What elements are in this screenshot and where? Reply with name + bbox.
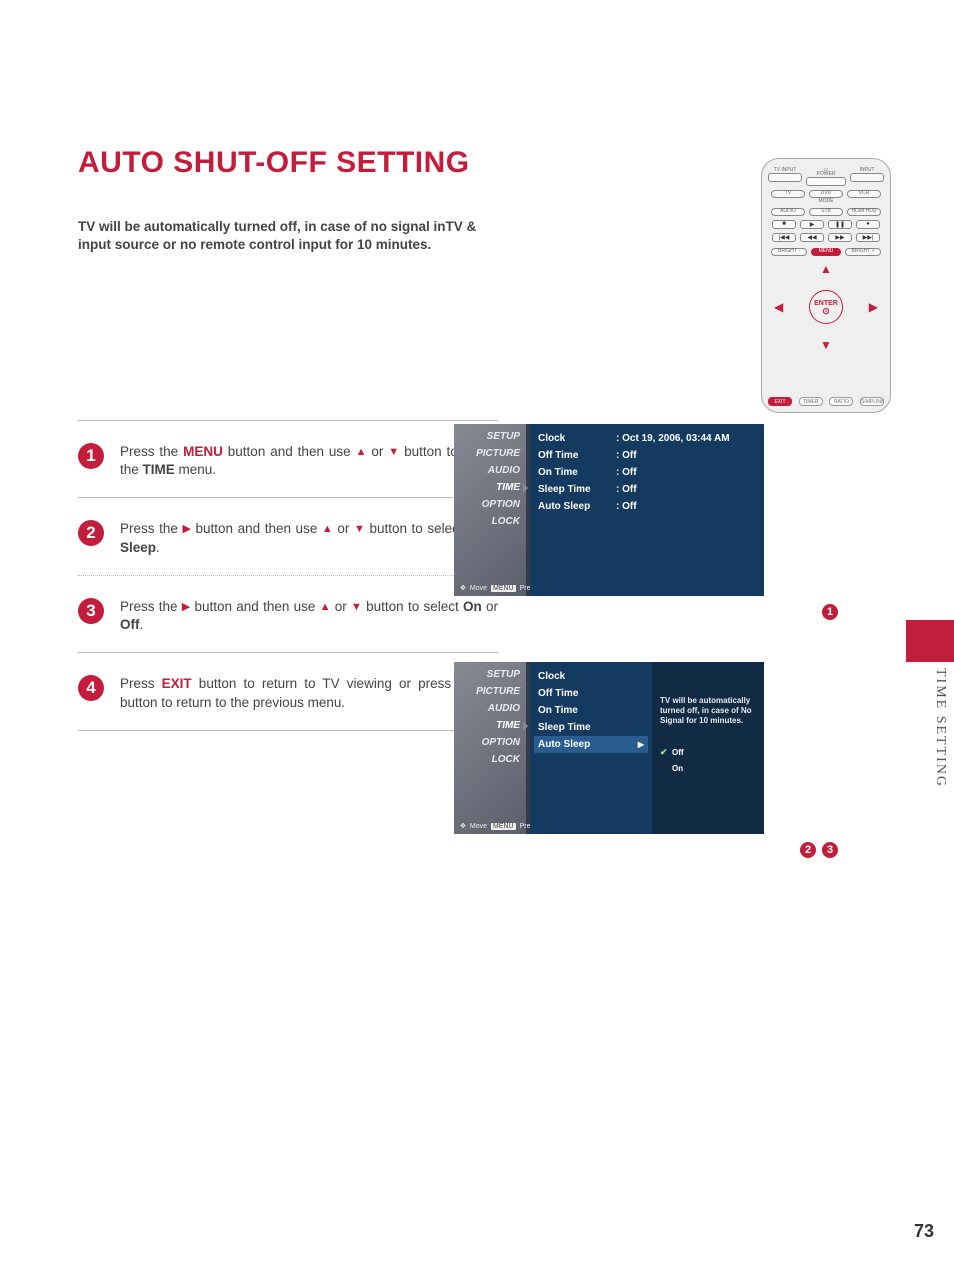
osd-footer-move: Move bbox=[470, 823, 487, 830]
osd-main-panel: Clock: Oct 19, 2006, 03:44 AM Off Time: … bbox=[530, 424, 764, 596]
remote-tv-button: TV bbox=[771, 190, 805, 198]
step-body: Press EXIT button to return to TV viewin… bbox=[120, 675, 498, 711]
osd-row: Sleep Time: Off bbox=[538, 481, 756, 498]
remote-input-button bbox=[850, 173, 884, 182]
remote-enter-button: ENTER ⊙ bbox=[809, 290, 843, 324]
remote-illustration: TV INPUT ⏻POWER INPUT TV DVD VCR MODE AU… bbox=[746, 158, 906, 413]
remote-tvinput-button bbox=[768, 173, 802, 182]
right-arrow-icon: ▶ bbox=[638, 740, 644, 749]
osd-row: Off Time bbox=[538, 685, 644, 702]
osd-sidebar-item: LOCK bbox=[454, 751, 522, 768]
step-badge: 2 bbox=[78, 520, 104, 546]
remote-brightminus-button: BRIGHT - bbox=[771, 248, 807, 256]
osd-sidebar-item: AUDIO bbox=[454, 462, 522, 479]
osd-sidebar: SETUP PICTURE AUDIO TIME OPTION LOCK ✥ M… bbox=[454, 662, 526, 834]
osd-row: Auto Sleep: Off bbox=[538, 498, 756, 515]
step-3: 3 Press the ▶ button and then use ▲ or ▼… bbox=[78, 576, 498, 652]
osd-main-panel: Clock Off Time On Time Sleep Time Auto S… bbox=[530, 662, 652, 834]
osd-description: TV will be automatically turned off, in … bbox=[660, 696, 756, 726]
down-arrow-icon: ▼ bbox=[820, 338, 832, 352]
remote-audio-button: AUDIO bbox=[771, 208, 805, 216]
osd-footer-menu: MENU bbox=[491, 585, 516, 592]
step-body: Press the ▶ button and then use ▲ or ▼ b… bbox=[120, 520, 498, 556]
osd-row: Off Time: Off bbox=[538, 447, 756, 464]
step-badge: 1 bbox=[78, 443, 104, 469]
remote-ff-button: ▶▶ bbox=[828, 233, 852, 242]
osd-sidebar-item: SETUP bbox=[454, 428, 522, 445]
remote-prev-button: |◀◀ bbox=[772, 233, 796, 242]
step-badge: 4 bbox=[78, 675, 104, 701]
osd-row: On Time: Off bbox=[538, 464, 756, 481]
remote-stop-button: ■ bbox=[772, 220, 796, 229]
step-2: 2 Press the ▶ button and then use ▲ or ▼… bbox=[78, 498, 498, 574]
remote-next-button: ▶▶| bbox=[856, 233, 880, 242]
osd-screenshot-2: SETUP PICTURE AUDIO TIME OPTION LOCK ✥ M… bbox=[454, 662, 764, 834]
page-number: 73 bbox=[914, 1221, 934, 1242]
remote-vcr-button: VCR bbox=[847, 190, 881, 198]
remote-dvd-button: DVD bbox=[809, 190, 843, 198]
osd-sidebar-item-selected: TIME bbox=[454, 479, 522, 496]
side-red-bar bbox=[906, 620, 954, 662]
intro-text: TV will be automatically turned off, in … bbox=[78, 218, 498, 254]
remote-dpad: ▲ ▼ ◀ ▶ ENTER ⊙ bbox=[774, 262, 878, 352]
step-body: Press the ▶ button and then use ▲ or ▼ b… bbox=[120, 598, 498, 634]
osd-row: Clock bbox=[538, 668, 644, 685]
move-icon: ✥ bbox=[460, 584, 466, 592]
osd-sidebar-item: AUDIO bbox=[454, 700, 522, 717]
remote-pause-button: ❚❚ bbox=[828, 220, 852, 229]
step-body: Press the MENU button and then use ▲ or … bbox=[120, 443, 498, 479]
osd-option: On bbox=[660, 760, 756, 776]
osd-screenshot-1: SETUP PICTURE AUDIO TIME OPTION LOCK ✥ M… bbox=[454, 424, 764, 596]
osd-sidebar-item: OPTION bbox=[454, 734, 522, 751]
remote-menu-button: MENU bbox=[811, 248, 841, 256]
up-arrow-icon: ▲ bbox=[820, 262, 832, 276]
osd-row: Sleep Time bbox=[538, 719, 644, 736]
osd-footer-menu: MENU bbox=[491, 823, 516, 830]
osd-sidebar-item: OPTION bbox=[454, 496, 522, 513]
check-icon: ✔ bbox=[660, 747, 668, 758]
remote-play-button: ▶ bbox=[800, 220, 824, 229]
osd-right-panel: TV will be automatically turned off, in … bbox=[652, 662, 764, 834]
osd-sidebar-item: SETUP bbox=[454, 666, 522, 683]
remote-hdmihdd-button: HDMI HDD bbox=[847, 208, 881, 216]
osd-row: Clock: Oct 19, 2006, 03:44 AM bbox=[538, 430, 756, 447]
divider bbox=[78, 730, 498, 731]
osd-sidebar-item: PICTURE bbox=[454, 445, 522, 462]
remote-brightplus-button: BRIGHT + bbox=[845, 248, 881, 256]
page-title: AUTO SHUT-OFF SETTING bbox=[78, 146, 838, 180]
remote-simplink-button: SIMPLINK bbox=[860, 397, 884, 406]
step-4: 4 Press EXIT button to return to TV view… bbox=[78, 653, 498, 729]
remote-stb-button: STB bbox=[809, 208, 843, 216]
step-1: 1 Press the MENU button and then use ▲ o… bbox=[78, 421, 498, 497]
remote-rec-button: ● bbox=[856, 220, 880, 229]
osd-ref-badges: 2 3 bbox=[800, 842, 838, 858]
remote-power-button bbox=[806, 177, 846, 186]
osd-sidebar: SETUP PICTURE AUDIO TIME OPTION LOCK ✥ M… bbox=[454, 424, 526, 596]
ref-badge: 2 bbox=[800, 842, 816, 858]
osd-sidebar-item: LOCK bbox=[454, 513, 522, 530]
osd-sidebar-item-selected: TIME bbox=[454, 717, 522, 734]
osd-sidebarุitem: PICTURE bbox=[454, 683, 522, 700]
osd-footer-move: Move bbox=[470, 585, 487, 592]
osd-row-selected: Auto Sleep▶ bbox=[534, 736, 648, 753]
osd-option: ✔Off bbox=[660, 744, 756, 760]
remote-timer-button: TIMER bbox=[799, 397, 823, 406]
right-arrow-icon: ▶ bbox=[869, 300, 878, 314]
osd-row: On Time bbox=[538, 702, 644, 719]
step-badge: 3 bbox=[78, 598, 104, 624]
steps-column: 1 Press the MENU button and then use ▲ o… bbox=[78, 420, 498, 731]
remote-exit-button: EXIT bbox=[768, 397, 792, 406]
move-icon: ✥ bbox=[460, 822, 466, 830]
remote-rew-button: ◀◀ bbox=[800, 233, 824, 242]
osd-ref-badges: 1 bbox=[822, 604, 838, 620]
remote-ratio-button: RATIO bbox=[829, 397, 853, 406]
left-arrow-icon: ◀ bbox=[774, 300, 783, 314]
ref-badge: 1 bbox=[822, 604, 838, 620]
side-section-tab: TIME SETTING bbox=[908, 668, 948, 788]
ref-badge: 3 bbox=[822, 842, 838, 858]
